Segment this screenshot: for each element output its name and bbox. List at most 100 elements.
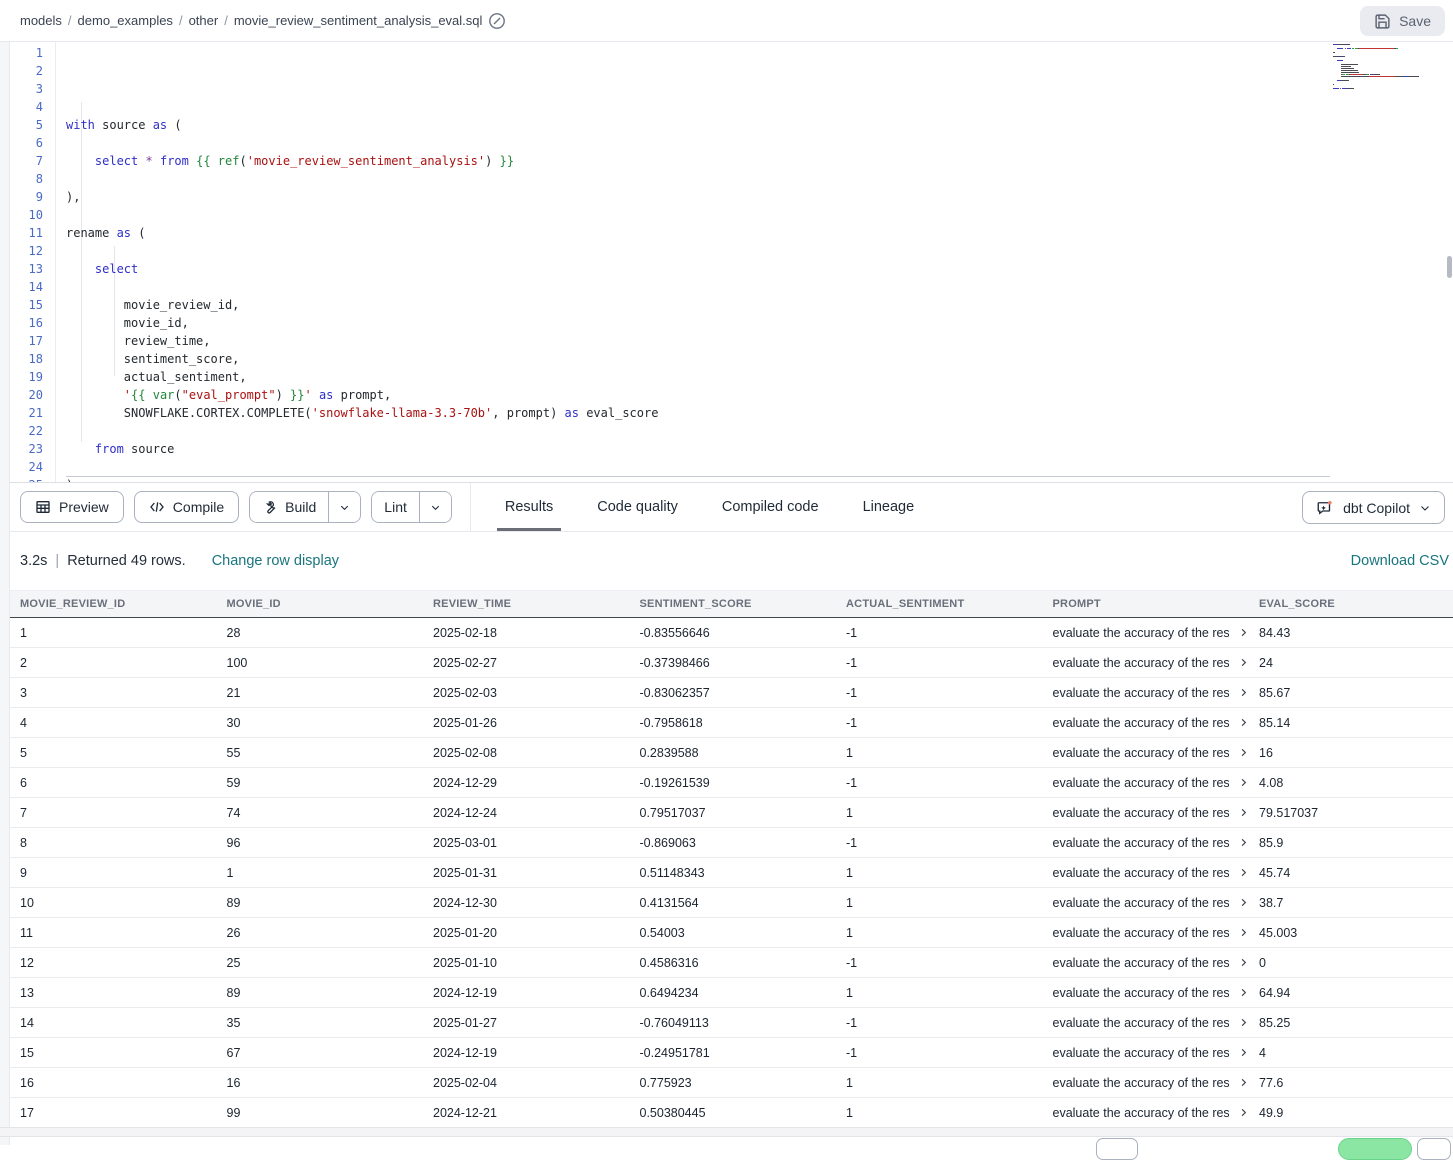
prompt-expand-chevron-icon[interactable] (1238, 837, 1249, 848)
prompt-expand-chevron-icon[interactable] (1238, 1107, 1249, 1118)
cell-sentiment_score: -0.83556646 (630, 626, 837, 640)
compile-label: Compile (173, 499, 224, 515)
code-line[interactable]: actual_sentiment, (66, 368, 1330, 386)
prompt-expand-chevron-icon[interactable] (1238, 987, 1249, 998)
code-token: as (565, 406, 579, 420)
cutoff-button-right[interactable] (1417, 1138, 1451, 1160)
build-dropdown-button[interactable] (328, 492, 360, 522)
cutoff-green-pill-button[interactable] (1338, 1138, 1412, 1160)
prompt-expand-chevron-icon[interactable] (1238, 927, 1249, 938)
change-row-display-link[interactable]: Change row display (212, 553, 339, 569)
breadcrumb-item[interactable]: movie_review_sentiment_analysis_eval.sql (234, 13, 483, 28)
prompt-expand-chevron-icon[interactable] (1238, 777, 1249, 788)
code-line[interactable] (66, 422, 1330, 440)
code-token: * (146, 154, 153, 168)
code-token: prompt, (333, 388, 391, 402)
code-token (66, 370, 124, 384)
line-number: 11 (10, 224, 43, 242)
prompt-expand-chevron-icon[interactable] (1238, 687, 1249, 698)
prompt-expand-chevron-icon[interactable] (1238, 1047, 1249, 1058)
code-line[interactable] (66, 242, 1330, 260)
minimap-line (1333, 54, 1445, 55)
breadcrumb-item[interactable]: demo_examples (78, 13, 173, 28)
prompt-preview-text: evaluate the accuracy of the res... (1053, 746, 1230, 760)
cell-eval_score: 49.9 (1249, 1106, 1453, 1120)
code-token (138, 154, 145, 168)
code-token (66, 352, 124, 366)
download-csv-link[interactable]: Download CSV (1351, 553, 1449, 569)
cell-review_time: 2024-12-21 (423, 1106, 630, 1120)
code-line[interactable]: review_time, (66, 332, 1330, 350)
cell-eval_score: 0 (1249, 956, 1453, 970)
code-line[interactable]: with source as ( (66, 116, 1330, 134)
save-button[interactable]: Save (1360, 6, 1445, 36)
code-line[interactable] (66, 458, 1330, 476)
column-header-actual_sentiment: ACTUAL_SENTIMENT (836, 598, 1043, 610)
sql-code-editor[interactable]: 1234567891011121314151617181920212223242… (10, 42, 1453, 483)
code-token: select (95, 154, 138, 168)
code-line[interactable] (66, 170, 1330, 188)
prompt-expand-chevron-icon[interactable] (1238, 717, 1249, 728)
compile-button[interactable]: Compile (134, 491, 239, 523)
code-line[interactable]: select * from {{ ref('movie_review_senti… (66, 152, 1330, 170)
code-line[interactable] (66, 278, 1330, 296)
code-line[interactable] (66, 206, 1330, 224)
code-line[interactable]: ), (66, 188, 1330, 206)
prompt-preview-text: evaluate the accuracy of the res... (1053, 896, 1230, 910)
column-header-eval_score: EVAL_SCORE (1249, 598, 1453, 610)
code-line[interactable]: sentiment_score, (66, 350, 1330, 368)
cell-eval_score: 24 (1249, 656, 1453, 670)
line-number: 9 (10, 188, 43, 206)
line-number: 20 (10, 386, 43, 404)
cell-prompt: evaluate the accuracy of the res... (1043, 656, 1250, 670)
cell-sentiment_score: 0.79517037 (630, 806, 837, 820)
minimap-line (1333, 64, 1445, 65)
code-line[interactable] (66, 134, 1330, 152)
toolbar-divider (470, 483, 471, 532)
minimap-line (1333, 78, 1445, 79)
prompt-expand-chevron-icon[interactable] (1238, 957, 1249, 968)
cutoff-button-left[interactable] (1096, 1138, 1138, 1160)
code-line[interactable]: movie_review_id, (66, 296, 1330, 314)
code-line[interactable]: SNOWFLAKE.CORTEX.COMPLETE('snowflake-lla… (66, 404, 1330, 422)
cell-prompt: evaluate the accuracy of the res... (1043, 746, 1250, 760)
tab-compiled-code[interactable]: Compiled code (700, 483, 841, 531)
code-icon (149, 499, 165, 515)
cell-movie_review_id: 14 (10, 1016, 217, 1030)
prompt-expand-chevron-icon[interactable] (1238, 657, 1249, 668)
prompt-expand-chevron-icon[interactable] (1238, 747, 1249, 758)
preview-button[interactable]: Preview (20, 491, 124, 523)
table-row: 12252025-01-100.4586316-1evaluate the ac… (10, 948, 1453, 978)
line-number: 8 (10, 170, 43, 188)
breadcrumb-item[interactable]: models (20, 13, 62, 28)
build-button[interactable]: Build (250, 492, 328, 522)
tab-results[interactable]: Results (483, 483, 575, 531)
cell-movie_review_id: 9 (10, 866, 217, 880)
code-line[interactable]: from source (66, 440, 1330, 458)
code-line[interactable]: rename as ( (66, 224, 1330, 242)
breadcrumb-item[interactable]: other (189, 13, 219, 28)
query-status-row: 3.2s|Returned 49 rows. Change row displa… (10, 532, 1453, 589)
editor-scrollbar[interactable] (1447, 256, 1452, 278)
cell-movie_review_id: 6 (10, 776, 217, 790)
code-line[interactable]: movie_id, (66, 314, 1330, 332)
code-content[interactable]: with source as ( select * from {{ ref('m… (56, 42, 1330, 483)
tab-lineage[interactable]: Lineage (841, 483, 937, 531)
code-line[interactable]: select (66, 260, 1330, 278)
prompt-expand-chevron-icon[interactable] (1238, 1077, 1249, 1088)
editor-minimap[interactable] (1333, 44, 1445, 94)
lint-dropdown-button[interactable] (419, 492, 451, 522)
code-line-active[interactable]: ) (66, 476, 1330, 483)
prompt-expand-chevron-icon[interactable] (1238, 897, 1249, 908)
horizontal-scrollbar[interactable] (0, 1127, 1453, 1137)
save-icon (1374, 13, 1391, 30)
lint-button[interactable]: Lint (372, 492, 419, 522)
status-separator: | (47, 553, 67, 569)
prompt-expand-chevron-icon[interactable] (1238, 807, 1249, 818)
prompt-expand-chevron-icon[interactable] (1238, 867, 1249, 878)
prompt-expand-chevron-icon[interactable] (1238, 1017, 1249, 1028)
tab-code-quality[interactable]: Code quality (575, 483, 700, 531)
dbt-copilot-button[interactable]: dbt Copilot (1302, 491, 1445, 524)
prompt-expand-chevron-icon[interactable] (1238, 627, 1249, 638)
code-line[interactable]: '{{ var("eval_prompt") }}' as prompt, (66, 386, 1330, 404)
